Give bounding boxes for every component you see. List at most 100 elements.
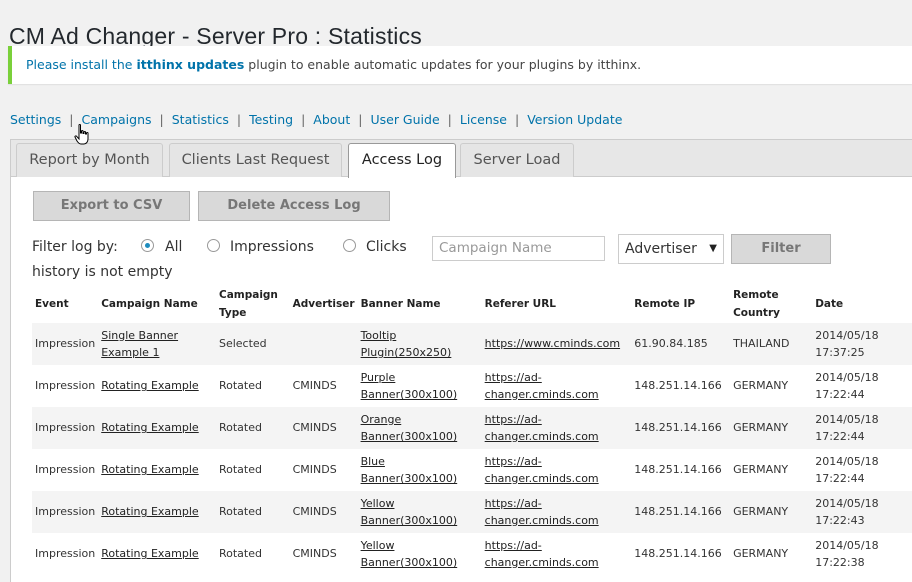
table-row: Impression Rotating Example Rotated CMIN…: [32, 449, 912, 491]
tab-clients-last-request[interactable]: Clients Last Request: [169, 143, 342, 177]
nav-statistics[interactable]: Statistics: [172, 112, 229, 127]
col-remote-country: Remote Country: [733, 288, 780, 319]
cell-date: 2014/05/18 17:22:38: [812, 533, 912, 575]
history-note: history is not empty: [32, 264, 173, 280]
cell-date: 2014/05/18 17:22:44: [812, 449, 912, 491]
campaign-link[interactable]: Rotating Example: [101, 505, 198, 518]
col-date: Date: [815, 297, 844, 310]
nav-version-update[interactable]: Version Update: [527, 112, 622, 127]
radio-impressions[interactable]: [207, 239, 220, 252]
cell-type: Rotated: [215, 449, 290, 491]
campaign-link[interactable]: Rotating Example: [101, 421, 198, 434]
cell-advertiser: CMINDS: [289, 449, 358, 491]
cell-ip: 148.251.14.166: [631, 365, 731, 407]
cell-country: GERMANY: [730, 449, 813, 491]
cell-date: 2014/05/18 17:37:25: [812, 323, 912, 365]
campaign-name-input[interactable]: Campaign Name: [432, 236, 605, 261]
banner-link[interactable]: Orange Banner(300x100): [361, 413, 458, 444]
radio-all[interactable]: [141, 239, 154, 252]
cell-advertiser: CMINDS: [289, 365, 358, 407]
cell-country: GERMANY: [730, 365, 813, 407]
cell-advertiser: CMINDS: [289, 533, 358, 575]
campaign-link[interactable]: Rotating Example: [101, 379, 198, 392]
notice-prefix: Please install the: [26, 57, 133, 72]
nav-separator: |: [358, 112, 363, 127]
cell-ip: 148.251.14.166: [631, 491, 731, 533]
nav-about[interactable]: About: [313, 112, 350, 127]
cell-ip: 61.90.84.185: [631, 323, 731, 365]
hand-pointer-icon: [74, 124, 89, 145]
export-csv-button[interactable]: Export to CSV: [33, 191, 190, 221]
tab-access-log[interactable]: Access Log: [348, 143, 456, 178]
referer-link[interactable]: https://ad-changer.cminds.com: [485, 371, 599, 402]
cell-type: Selected: [215, 323, 290, 365]
filter-label: Filter log by:: [32, 239, 118, 255]
filter-button[interactable]: Filter: [731, 234, 831, 264]
plugin-nav: Settings | Campaigns | Statistics | Testing | Ab…: [10, 112, 622, 127]
referer-link[interactable]: https://ad-changer.cminds.com: [485, 539, 599, 570]
access-log-table: Event Campaign Name Campaign Type Advert…: [32, 284, 912, 575]
referer-link[interactable]: https://ad-changer.cminds.com: [485, 497, 599, 528]
nav-campaigns[interactable]: Campaigns: [82, 112, 152, 127]
cell-date: 2014/05/18 17:22:43: [812, 491, 912, 533]
cell-ip: 148.251.14.166: [631, 533, 731, 575]
notice-plugin-link[interactable]: itthinx updates: [136, 57, 244, 72]
referer-link[interactable]: https://ad-changer.cminds.com: [485, 413, 599, 444]
advertiser-select[interactable]: Advertiser ▼: [618, 234, 724, 264]
col-campaign-type: Campaign Type: [218, 288, 278, 319]
nav-separator: |: [447, 112, 452, 127]
banner-link[interactable]: Blue Banner(300x100): [361, 455, 458, 486]
cell-type: Rotated: [215, 533, 290, 575]
campaign-link[interactable]: Rotating Example: [101, 547, 198, 560]
advertiser-select-value: Advertiser: [625, 241, 697, 257]
cell-country: GERMANY: [730, 533, 813, 575]
table-row: Impression Rotating Example Rotated CMIN…: [32, 491, 912, 533]
banner-link[interactable]: Tooltip Plugin(250x250): [361, 329, 452, 360]
col-banner-name: Banner Name: [360, 297, 441, 310]
nav-license[interactable]: License: [460, 112, 507, 127]
nav-user-guide[interactable]: User Guide: [370, 112, 439, 127]
table-row: Impression Single Banner Example 1 Selec…: [32, 323, 912, 365]
cell-country: GERMANY: [730, 491, 813, 533]
tab-report-by-month[interactable]: Report by Month: [16, 143, 163, 177]
nav-separator: |: [69, 112, 74, 127]
chevron-down-icon: ▼: [709, 243, 717, 254]
radio-clicks-label: Clicks: [366, 239, 407, 255]
col-advertiser: Advertiser: [292, 297, 355, 310]
nav-settings[interactable]: Settings: [10, 112, 61, 127]
cell-event: Impression: [32, 323, 99, 365]
nav-separator: |: [236, 112, 242, 127]
radio-clicks[interactable]: [343, 239, 356, 252]
col-event: Event: [35, 297, 69, 310]
col-referer-url: Referer URL: [484, 297, 556, 310]
cell-ip: 148.251.14.166: [631, 449, 731, 491]
nav-testing[interactable]: Testing: [249, 112, 293, 127]
radio-impressions-label: Impressions: [230, 239, 314, 255]
filter-row: Filter log by: All Impressions Clicks Ca…: [32, 234, 912, 264]
notice-suffix: plugin to enable automatic updates for y…: [248, 57, 642, 72]
cell-ip: 148.251.14.166: [631, 407, 731, 449]
referer-link[interactable]: https://ad-changer.cminds.com: [485, 455, 599, 486]
tab-strip: Report by Month Clients Last Request Acc…: [11, 140, 912, 178]
cell-type: Rotated: [215, 407, 290, 449]
delete-access-log-button[interactable]: Delete Access Log: [198, 191, 390, 221]
banner-link[interactable]: Yellow Banner(300x100): [361, 539, 458, 570]
banner-link[interactable]: Yellow Banner(300x100): [361, 497, 458, 528]
cell-event: Impression: [32, 365, 99, 407]
radio-all-label: All: [165, 239, 183, 255]
referer-link[interactable]: https://www.cminds.com: [485, 337, 620, 350]
table-header-row: Event Campaign Name Campaign Type Advert…: [32, 284, 912, 323]
nav-separator: |: [159, 112, 164, 127]
campaign-link[interactable]: Single Banner Example 1: [101, 329, 178, 360]
update-notice: Please install the itthinx updates plugi…: [8, 46, 912, 84]
cell-event: Impression: [32, 449, 99, 491]
col-remote-ip: Remote IP: [634, 297, 696, 310]
tab-server-load[interactable]: Server Load: [460, 143, 574, 177]
banner-link[interactable]: Purple Banner(300x100): [361, 371, 458, 402]
cell-type: Rotated: [215, 365, 290, 407]
cell-event: Impression: [32, 533, 99, 575]
cell-advertiser: CMINDS: [289, 491, 358, 533]
cell-country: GERMANY: [730, 407, 813, 449]
campaign-link[interactable]: Rotating Example: [101, 463, 198, 476]
cell-event: Impression: [32, 407, 99, 449]
